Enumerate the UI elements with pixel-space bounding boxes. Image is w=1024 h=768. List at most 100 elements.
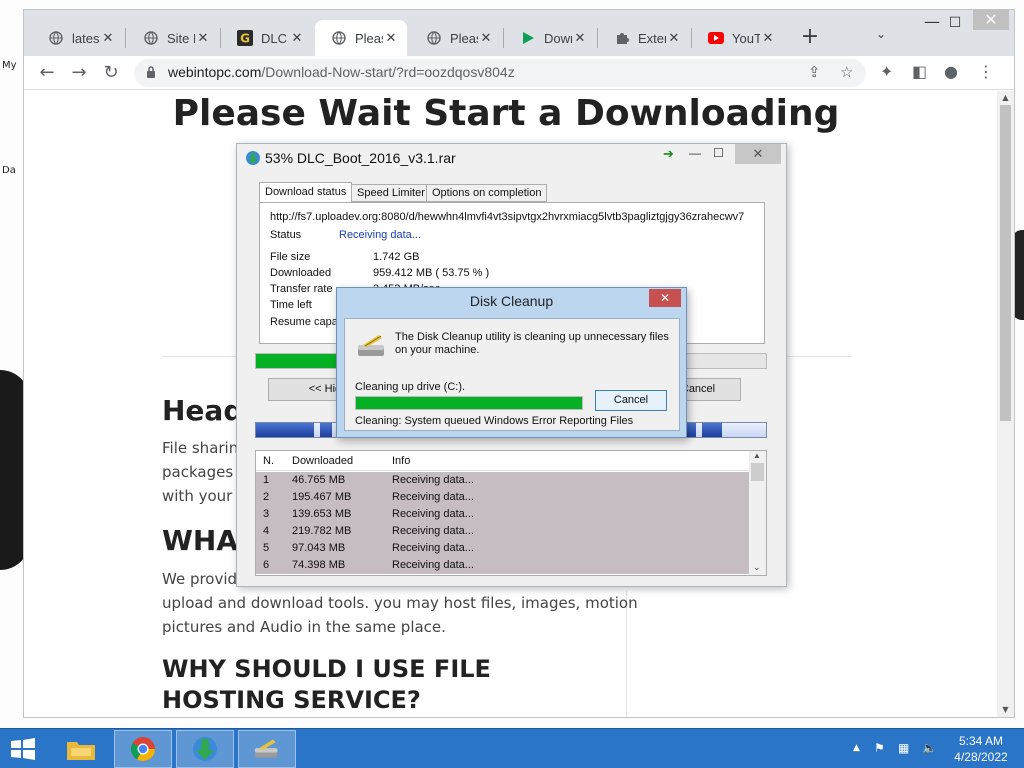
scroll-up-arrow-icon[interactable]: ▲ xyxy=(753,451,761,460)
table-row[interactable]: 4 219.782 MB Receiving data... xyxy=(256,523,750,540)
idm-arrow-icon[interactable]: ➔ xyxy=(663,146,674,164)
reload-button[interactable]: ↻ xyxy=(98,60,124,86)
volume-muted-icon[interactable]: 🔈 xyxy=(922,741,937,755)
table-row[interactable]: 3 139.653 MB Receiving data... xyxy=(256,506,750,523)
cell-n: 6 xyxy=(263,559,270,571)
tab-label: DLC B xyxy=(261,30,289,46)
cell-downloaded: 219.782 MB xyxy=(292,525,352,537)
browser-tab[interactable]: Down✕ xyxy=(504,20,596,56)
table-row[interactable]: 6 74.398 MB Receiving data... xyxy=(256,557,750,574)
tab-close-icon[interactable]: ✕ xyxy=(760,31,776,46)
globe-icon xyxy=(426,30,442,46)
tab-speed-limiter[interactable]: Speed Limiter xyxy=(351,184,431,202)
tab-strip: latest✕Site B✕GDLC B✕Pleas✕Pleas✕Down✕Ex… xyxy=(24,10,1014,56)
tab-download-status[interactable]: Download status xyxy=(259,182,353,203)
browser-tab[interactable]: YouTu✕ xyxy=(692,20,784,56)
extensions-puzzle-icon[interactable]: ✦ xyxy=(880,62,893,81)
browser-tab[interactable]: Site B✕ xyxy=(127,20,219,56)
youtube-icon xyxy=(708,30,724,46)
transfer-rate-label: Transfer rate xyxy=(270,283,333,295)
maximize-button[interactable]: ☐ xyxy=(940,10,970,38)
cell-n: 5 xyxy=(263,542,270,554)
taskbar: ▲ ⚑ ▦ 🔈 5:34 AM 4/28/2022 xyxy=(0,728,1024,768)
table-row[interactable]: 2 195.467 MB Receiving data... xyxy=(256,489,750,506)
scroll-down-arrow-icon[interactable]: ▼ xyxy=(997,703,1014,717)
forward-button[interactable]: → xyxy=(66,60,92,86)
cleanup-progress-bar xyxy=(355,396,583,410)
tab-label: Site B xyxy=(167,30,195,46)
start-windows-icon[interactable] xyxy=(8,737,38,761)
back-button[interactable]: ← xyxy=(34,60,60,86)
column-header[interactable]: Info xyxy=(392,455,410,467)
scroll-up-arrow-icon[interactable]: ▲ xyxy=(997,91,1014,105)
idm-connections-table: N. Downloaded Info 1 46.765 MB Receiving d… xyxy=(255,450,767,576)
paragraph-line: upload and download tools. you may host … xyxy=(162,594,638,612)
menu-kebab-icon[interactable]: ⋮ xyxy=(978,62,994,81)
desktop-icon-label[interactable]: Da xyxy=(2,165,16,176)
browser-tab[interactable]: Pleas✕ xyxy=(410,20,502,56)
tab-close-icon[interactable]: ✕ xyxy=(100,31,116,46)
tab-close-icon[interactable]: ✕ xyxy=(383,31,399,46)
column-header[interactable]: Downloaded xyxy=(292,455,353,467)
side-panel-icon[interactable]: ◧ xyxy=(912,62,927,81)
taskbar-disk-cleanup[interactable] xyxy=(238,730,296,768)
idm-logo-icon xyxy=(246,151,260,165)
segment xyxy=(256,423,314,437)
browser-tab[interactable]: Pleas✕ xyxy=(315,20,407,56)
taskbar-file-explorer[interactable] xyxy=(52,730,110,768)
status-label: Status xyxy=(270,229,302,241)
idm-maximize-button[interactable]: ☐ xyxy=(713,146,724,164)
tab-options-on-completion[interactable]: Options on completion xyxy=(426,184,548,202)
tab-close-icon[interactable]: ✕ xyxy=(572,31,588,46)
show-hidden-icons-icon[interactable]: ▲ xyxy=(853,743,860,753)
close-window-button[interactable]: ✕ xyxy=(973,10,1009,30)
desktop-icon-label[interactable]: My xyxy=(2,60,17,71)
globe-icon xyxy=(48,30,64,46)
tab-close-icon[interactable]: ✕ xyxy=(195,31,211,46)
idm-table-scrollbar[interactable]: ▲ ⌄ xyxy=(749,451,766,575)
idm-close-button[interactable]: ✕ xyxy=(735,144,781,164)
scroll-down-arrow-icon[interactable]: ⌄ xyxy=(753,562,761,573)
tab-label: YouTu xyxy=(732,30,760,46)
system-clock[interactable]: 5:34 AM 4/28/2022 xyxy=(948,733,1014,765)
share-icon[interactable]: ⇪ xyxy=(808,63,821,81)
globe-icon xyxy=(331,30,347,46)
browser-tab[interactable]: Exten✕ xyxy=(598,20,690,56)
address-bar[interactable]: webintopc.com/Download-Now-start/?rd=ooz… xyxy=(134,59,866,87)
url-text[interactable]: webintopc.com/Download-Now-start/?rd=ooz… xyxy=(168,64,515,80)
idm-minimize-button[interactable]: — xyxy=(689,146,701,164)
scroll-thumb[interactable] xyxy=(751,463,764,481)
tab-search-icon[interactable]: ⌄ xyxy=(876,27,886,41)
idm-titlebar[interactable]: 53% DLC_Boot_2016_v3.1.rar ➔ — ☐ ✕ xyxy=(237,144,786,172)
browser-tab[interactable]: latest ✕ xyxy=(32,20,124,56)
tab-close-icon[interactable]: ✕ xyxy=(289,31,305,46)
new-tab-button[interactable]: + xyxy=(796,24,824,52)
cell-downloaded: 195.467 MB xyxy=(292,491,352,503)
column-header[interactable]: N. xyxy=(263,455,274,467)
lock-icon[interactable] xyxy=(146,65,156,79)
bookmark-star-icon[interactable]: ☆ xyxy=(840,63,853,81)
tab-separator xyxy=(125,28,126,48)
network-icon[interactable]: ▦ xyxy=(898,741,909,755)
play-icon xyxy=(520,30,536,46)
dialog-close-button[interactable]: ✕ xyxy=(649,289,681,307)
idm-icon xyxy=(193,737,217,761)
cleanup-cancel-button[interactable]: Cancel xyxy=(595,390,667,411)
taskbar-idm[interactable] xyxy=(176,730,234,768)
table-row[interactable]: 5 97.043 MB Receiving data... xyxy=(256,540,750,557)
scroll-thumb[interactable] xyxy=(1000,105,1011,421)
table-row[interactable]: 1 46.765 MB Receiving data... xyxy=(256,472,750,489)
chrome-icon xyxy=(130,737,155,762)
cell-info: Receiving data... xyxy=(392,474,474,486)
tab-close-icon[interactable]: ✕ xyxy=(666,31,682,46)
puzzle-icon xyxy=(614,30,630,46)
tab-close-icon[interactable]: ✕ xyxy=(478,31,494,46)
browser-tab[interactable]: G DLC B✕ xyxy=(221,20,313,56)
page-scrollbar[interactable]: ▲ ▼ xyxy=(997,91,1014,717)
action-center-flag-icon[interactable]: ⚑ xyxy=(874,741,885,755)
tab-label: latest xyxy=(72,30,100,46)
profile-avatar-icon[interactable]: ● xyxy=(944,62,958,81)
taskbar-chrome[interactable] xyxy=(114,730,172,768)
cell-info: Receiving data... xyxy=(392,542,474,554)
clock-date: 4/28/2022 xyxy=(954,750,1008,764)
